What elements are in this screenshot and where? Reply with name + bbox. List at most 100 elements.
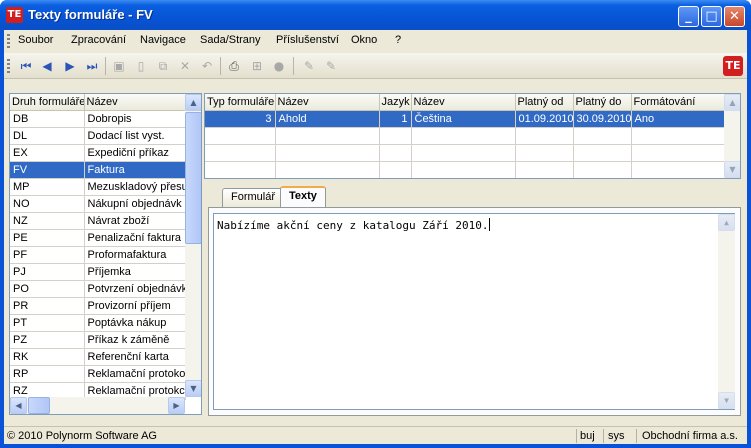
- table-row[interactable]: PO Potvrzení objednávk: [10, 280, 186, 298]
- save-icon[interactable]: ▣: [111, 58, 127, 74]
- last-record-icon[interactable]: ⏭: [84, 58, 100, 74]
- left-grid-horizontal-scrollbar[interactable]: ◀ ▶: [10, 397, 185, 414]
- form-type-name[interactable]: Nákupní objednávk: [84, 195, 186, 213]
- print-icon[interactable]: ⎙: [226, 58, 242, 74]
- menu-okno[interactable]: Okno: [351, 34, 377, 46]
- form-type-code[interactable]: EX: [10, 144, 85, 162]
- form-type-code[interactable]: NZ: [10, 212, 85, 230]
- table-cell[interactable]: [205, 161, 276, 178]
- form-type-name[interactable]: Penalizační faktura: [84, 229, 186, 247]
- edit-text-icon[interactable]: ✎: [323, 58, 339, 74]
- table-row[interactable]: RK Referenční karta: [10, 348, 186, 366]
- table-cell[interactable]: [205, 127, 276, 145]
- scroll-up-icon[interactable]: ▲: [718, 214, 735, 231]
- table-cell[interactable]: [379, 127, 412, 145]
- form-type-name[interactable]: Dobropis: [84, 110, 186, 128]
- column-header-platny-od[interactable]: Platný od: [515, 94, 574, 111]
- column-header-platny-do[interactable]: Platný do: [573, 94, 632, 111]
- table-row[interactable]: PZ Příkaz k záměně: [10, 331, 186, 349]
- edit-icon[interactable]: ✎: [301, 58, 317, 74]
- maximize-button[interactable]: □: [701, 6, 722, 27]
- table-cell[interactable]: [411, 127, 516, 145]
- table-row[interactable]: PR Provizorní příjem: [10, 297, 186, 315]
- tab-texty[interactable]: Texty: [280, 186, 326, 207]
- new-icon[interactable]: ▯: [133, 58, 149, 74]
- form-type-code[interactable]: PE: [10, 229, 85, 247]
- menu-prislusenstvi[interactable]: Příslušenství: [276, 34, 339, 46]
- table-cell[interactable]: [379, 161, 412, 178]
- menu-zpracovani[interactable]: Zpracování: [71, 34, 126, 46]
- column-header-typ-formulare[interactable]: Typ formuláře: [205, 94, 276, 111]
- column-header-nazev[interactable]: Název: [84, 94, 186, 111]
- next-record-icon[interactable]: ▶: [62, 58, 78, 74]
- form-type-code[interactable]: RP: [10, 365, 85, 383]
- menu-navigace[interactable]: Navigace: [140, 34, 186, 46]
- column-header-jazyk[interactable]: Jazyk: [379, 94, 412, 111]
- menu-sada-strany[interactable]: Sada/Strany: [200, 34, 261, 46]
- form-type-name[interactable]: Referenční karta: [84, 348, 186, 366]
- column-header-druh[interactable]: Druh formuláře: [10, 94, 85, 111]
- form-type-name[interactable]: Návrat zboží: [84, 212, 186, 230]
- table-row[interactable]: RP Reklamační protokol: [10, 365, 186, 383]
- table-row[interactable]: DB Dobropis: [10, 110, 186, 128]
- table-cell[interactable]: [515, 161, 574, 178]
- form-type-code[interactable]: PF: [10, 246, 85, 264]
- form-type-code[interactable]: PZ: [10, 331, 85, 349]
- form-type-code[interactable]: PO: [10, 280, 85, 298]
- table-row[interactable]: PT Poptávka nákup: [10, 314, 186, 332]
- table-row[interactable]: EX Expediční příkaz: [10, 144, 186, 162]
- table-row[interactable]: PF Proformafaktura: [10, 246, 186, 264]
- table-cell[interactable]: Ano: [631, 110, 725, 128]
- table-cell[interactable]: [573, 127, 632, 145]
- previous-record-icon[interactable]: ◀: [39, 58, 55, 74]
- table-row[interactable]: 3 Ahold 1 Čeština 01.09.2010 30.09.2010 Ano: [205, 110, 725, 128]
- form-type-name[interactable]: Mezuskladový přesu: [84, 178, 186, 196]
- form-type-grid[interactable]: Druh formuláře Název DB Dobropis DL Dodací …: [9, 93, 202, 415]
- table-cell[interactable]: Ahold: [275, 110, 380, 128]
- table-cell[interactable]: [379, 144, 412, 162]
- menu-help[interactable]: ?: [395, 34, 401, 46]
- table-cell[interactable]: [631, 161, 725, 178]
- form-type-code[interactable]: PJ: [10, 263, 85, 281]
- form-type-code[interactable]: RK: [10, 348, 85, 366]
- scroll-down-icon[interactable]: ▼: [718, 392, 735, 409]
- form-type-name[interactable]: Příkaz k záměně: [84, 331, 186, 349]
- top-grid-vertical-scrollbar[interactable]: ▲ ▼: [724, 94, 740, 178]
- form-type-code[interactable]: PT: [10, 314, 85, 332]
- form-type-name[interactable]: Příjemka: [84, 263, 186, 281]
- form-type-name[interactable]: Poptávka nákup: [84, 314, 186, 332]
- app-logo-icon[interactable]: TE: [6, 7, 23, 23]
- table-cell[interactable]: [515, 144, 574, 162]
- close-button[interactable]: ✕: [724, 6, 745, 27]
- title-bar[interactable]: TE Texty formuláře - FV _ □ ✕: [0, 0, 751, 30]
- form-type-name[interactable]: Reklamační protokol: [84, 365, 186, 383]
- form-type-code[interactable]: DB: [10, 110, 85, 128]
- table-cell[interactable]: 1: [379, 110, 412, 128]
- form-type-code[interactable]: DL: [10, 127, 85, 145]
- table-cell[interactable]: [631, 144, 725, 162]
- form-type-code[interactable]: NO: [10, 195, 85, 213]
- editor-vertical-scrollbar[interactable]: ▲ ▼: [718, 214, 735, 409]
- form-type-name[interactable]: Potvrzení objednávk: [84, 280, 186, 298]
- table-row[interactable]: [205, 161, 725, 178]
- table-cell[interactable]: [515, 127, 574, 145]
- table-row[interactable]: [205, 127, 725, 145]
- tab-formular[interactable]: Formulář: [222, 188, 285, 207]
- scroll-up-icon[interactable]: ▲: [185, 94, 201, 111]
- text-editor[interactable]: Nabízíme akční ceny z katalogu Září 2010…: [213, 213, 735, 410]
- menu-soubor[interactable]: Soubor: [18, 34, 53, 46]
- table-cell[interactable]: [411, 144, 516, 162]
- table-cell[interactable]: [275, 161, 380, 178]
- copy-icon[interactable]: ⧉: [155, 58, 171, 74]
- table-row[interactable]: FV Faktura: [10, 161, 186, 179]
- table-cell[interactable]: [275, 127, 380, 145]
- scroll-down-icon[interactable]: ▼: [724, 161, 740, 178]
- texts-grid[interactable]: Typ formuláře Název Jazyk Název Platný o…: [204, 93, 741, 179]
- scroll-thumb[interactable]: [185, 112, 201, 244]
- form-type-name[interactable]: Faktura: [84, 161, 186, 179]
- table-cell[interactable]: [205, 144, 276, 162]
- table-row[interactable]: PJ Příjemka: [10, 263, 186, 281]
- table-cell[interactable]: 3: [205, 110, 276, 128]
- first-record-icon[interactable]: ⏮: [18, 58, 34, 74]
- table-cell[interactable]: 01.09.2010: [515, 110, 574, 128]
